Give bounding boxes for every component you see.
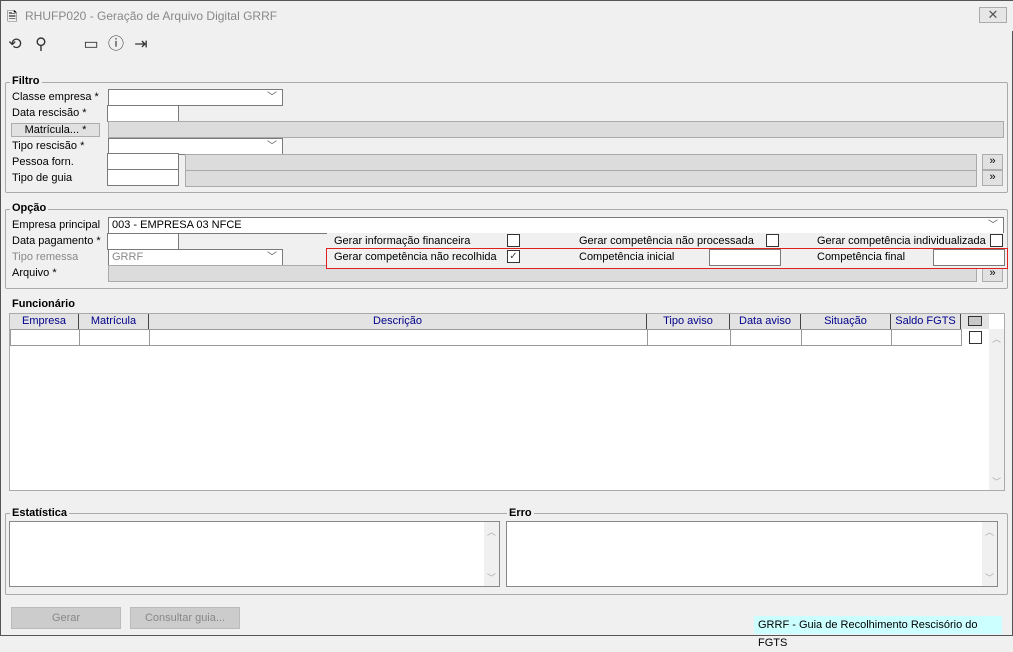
tipo-remessa-value: GRRF [112, 251, 144, 263]
chevron-down-icon: ﹀ [267, 141, 277, 152]
opcao-legend: Opção [10, 202, 49, 214]
col-matricula[interactable]: Matrícula [79, 314, 149, 329]
tipo-guia-lookup-button[interactable]: » [982, 170, 1003, 186]
exit-icon[interactable]: ⇥ [132, 36, 150, 54]
funcionario-label: Funcionário [10, 298, 77, 310]
data-rescisao-label: Data rescisão * [12, 107, 87, 119]
chevron-down-icon: ﹀ [267, 252, 277, 263]
table-cell[interactable] [149, 329, 648, 346]
col-tipo-aviso[interactable]: Tipo aviso [647, 314, 730, 329]
tipo-guia-label: Tipo de guia [12, 172, 73, 184]
gerar-comp-nao-recolhida-label: Gerar competência não recolhida [334, 251, 497, 263]
status-text: GRRF - Guia de Recolhimento Rescisório d… [754, 616, 1002, 649]
empresa-principal-value: 003 - EMPRESA 03 NFCE [112, 219, 242, 231]
col-empresa[interactable]: Empresa [10, 314, 79, 329]
gerar-info-financeira-label: Gerar informação financeira [334, 235, 471, 247]
gerar-comp-nao-processada-checkbox[interactable] [766, 234, 779, 247]
tipo-rescisao-label: Tipo rescisão * [12, 140, 85, 152]
gerar-comp-nao-recolhida-checkbox[interactable]: ✓ [507, 250, 520, 263]
table-cell[interactable] [79, 329, 150, 346]
matricula-button[interactable]: Matrícula... * [11, 123, 100, 137]
table-cell[interactable] [647, 329, 731, 346]
tipo-guia-input[interactable] [107, 169, 179, 186]
col-data-aviso[interactable]: Data aviso [730, 314, 801, 329]
undo-icon[interactable]: ⟲ [6, 36, 24, 54]
competencia-final-input[interactable] [933, 249, 1005, 266]
window-title: RHUFP020 - Geração de Arquivo Digital GR… [25, 9, 278, 23]
pessoa-forn-label: Pessoa forn. [12, 156, 74, 168]
tipo-remessa-label: Tipo remessa [12, 251, 79, 263]
gerar-comp-individualizada-checkbox[interactable] [990, 234, 1003, 247]
consultar-guia-button[interactable]: Consultar guia... [130, 607, 240, 629]
classe-empresa-label: Classe empresa * [12, 91, 99, 103]
help-icon[interactable]: ⓘ [107, 36, 125, 54]
competencia-inicial-input[interactable] [709, 249, 781, 266]
chevron-down-icon: ﹀ [988, 220, 998, 231]
filtro-legend: Filtro [10, 75, 42, 87]
chevron-down-icon: ﹀ [267, 92, 277, 103]
data-pagamento-input[interactable] [107, 233, 179, 250]
pessoa-forn-desc [185, 154, 977, 171]
gerar-info-financeira-checkbox[interactable] [507, 234, 520, 247]
competencia-inicial-label: Competência inicial [579, 251, 675, 263]
table-cell[interactable] [891, 329, 962, 346]
competencia-final-label: Competência final [817, 251, 906, 263]
pessoa-forn-lookup-button[interactable]: » [982, 154, 1003, 170]
select-all-checkbox[interactable] [968, 316, 982, 326]
erro-scrollbar[interactable]: ︿ ﹀ [982, 522, 997, 586]
estatistica-textarea[interactable] [9, 521, 500, 587]
empresa-principal-select[interactable]: 003 - EMPRESA 03 NFCE ﹀ [108, 217, 1004, 234]
gerar-button[interactable]: Gerar [11, 607, 121, 629]
matricula-field [108, 121, 1004, 138]
row-checkbox[interactable] [969, 331, 982, 344]
data-rescisao-input[interactable] [107, 105, 179, 122]
close-button[interactable]: ✕ [979, 7, 1007, 23]
arquivo-label: Arquivo * [12, 267, 57, 279]
table-cell[interactable] [10, 329, 80, 346]
data-pagamento-label: Data pagamento * [12, 235, 101, 247]
col-saldo-fgts[interactable]: Saldo FGTS [891, 314, 961, 329]
erro-textarea[interactable] [506, 521, 998, 587]
pessoa-forn-input[interactable] [107, 153, 179, 170]
col-situacao[interactable]: Situação [801, 314, 891, 329]
search-icon[interactable]: ⚲ [32, 36, 50, 54]
calendar-icon[interactable]: ▭ [82, 36, 100, 54]
estatistica-scrollbar[interactable]: ︿ ﹀ [484, 522, 499, 586]
classe-empresa-select[interactable]: ﹀ [108, 89, 283, 106]
col-descricao[interactable]: Descrição [149, 314, 647, 329]
estatistica-legend: Estatística [10, 507, 70, 519]
gerar-comp-nao-processada-label: Gerar competência não processada [579, 235, 754, 247]
document-icon: 🗎 [7, 9, 18, 24]
erro-legend: Erro [507, 507, 534, 519]
table-scrollbar[interactable]: ︿ ﹀ [989, 329, 1004, 490]
tipo-guia-desc [185, 170, 977, 187]
table-cell[interactable] [801, 329, 892, 346]
empresa-principal-label: Empresa principal [12, 219, 101, 231]
gerar-comp-individualizada-label: Gerar competência individualizada [817, 235, 986, 247]
table-cell[interactable] [730, 329, 802, 346]
tipo-remessa-select: GRRF ﹀ [108, 249, 283, 266]
col-select-all[interactable] [961, 314, 989, 329]
